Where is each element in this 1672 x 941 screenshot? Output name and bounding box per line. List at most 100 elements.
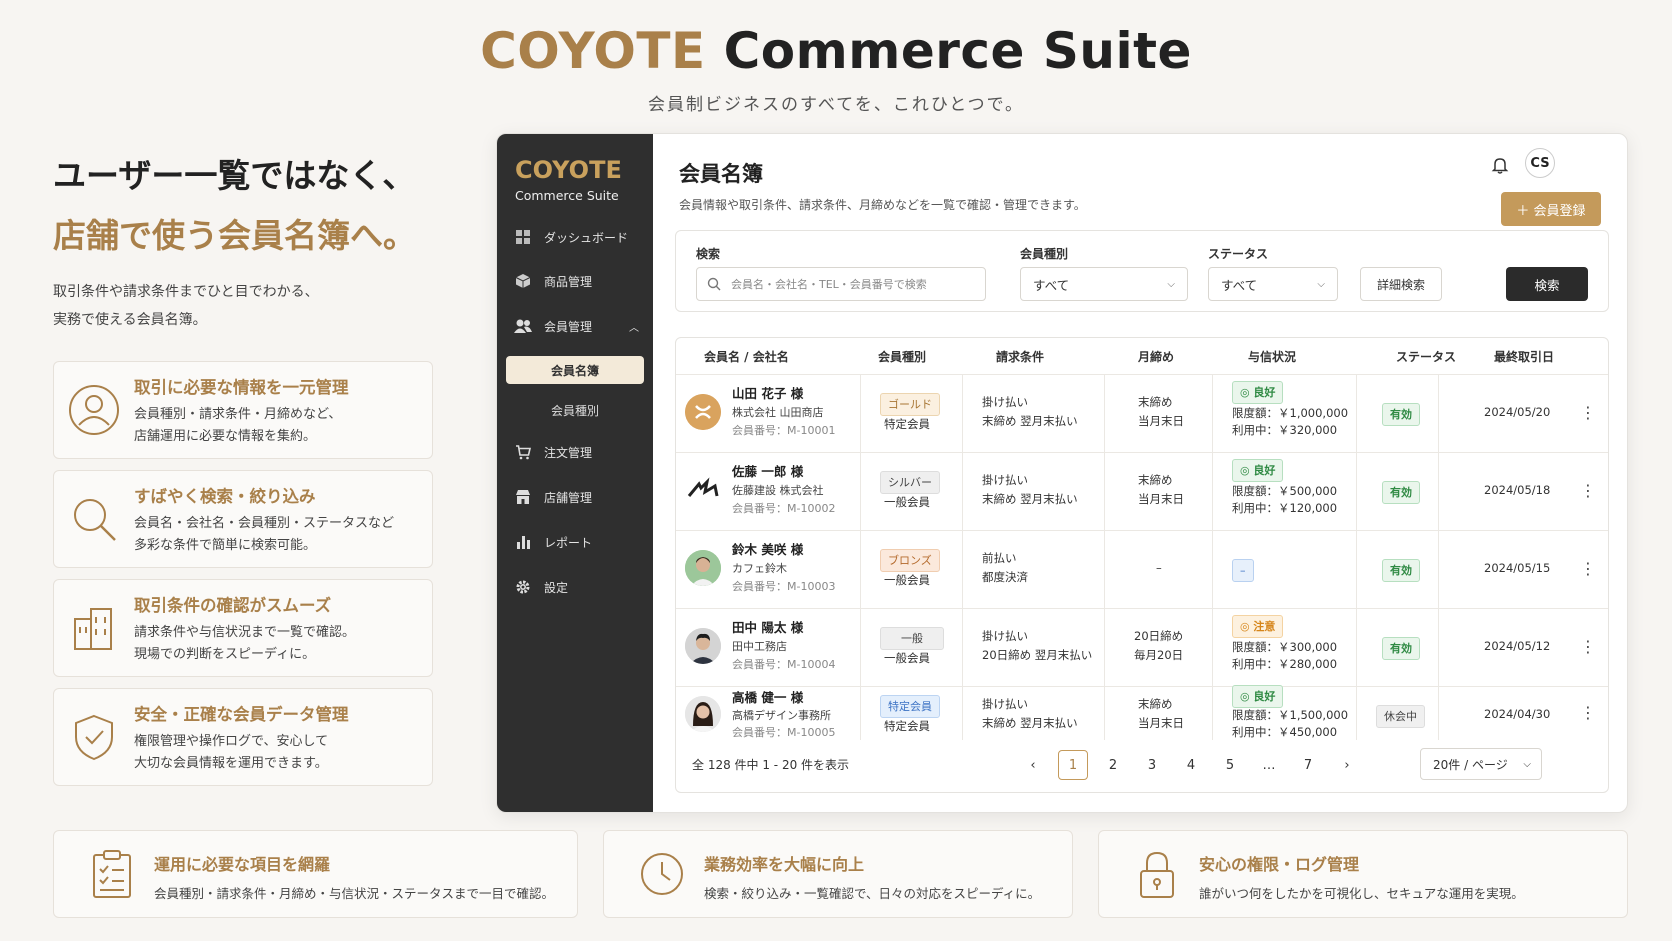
table-row[interactable]: 高橋 健一 様 高橋デザイン事務所 会員番号：M-10005 特定会員 特定会員… bbox=[676, 685, 1608, 740]
sidebar-item-settings[interactable]: 設定 bbox=[497, 572, 653, 602]
bottom-card-desc: 誰がいつ何をしたかを可視化し、セキュアな運用を実現。 bbox=[1199, 886, 1524, 901]
page-number[interactable]: 7 bbox=[1293, 750, 1323, 780]
page-number[interactable]: 1 bbox=[1058, 750, 1088, 780]
member-name[interactable]: 佐藤 一郎 様 bbox=[732, 461, 803, 480]
subnav-member-types[interactable]: 会員種別 bbox=[506, 396, 644, 424]
member-type-badge: ゴールド bbox=[880, 393, 940, 416]
gear-icon bbox=[514, 578, 532, 596]
sidebar-logo-sub: Commerce Suite bbox=[515, 188, 619, 203]
sidebar-item-products[interactable]: 商品管理 bbox=[497, 266, 653, 296]
search-input[interactable]: 会員名・会社名・TEL・会員番号で検索 bbox=[696, 267, 986, 301]
member-name[interactable]: 高橋 健一 様 bbox=[732, 687, 803, 706]
page-number[interactable]: 5 bbox=[1215, 750, 1245, 780]
sidebar-item-label: 店舗管理 bbox=[544, 490, 593, 505]
search-button[interactable]: 検索 bbox=[1506, 267, 1588, 301]
credit-badge: ◎ 良好 bbox=[1232, 685, 1284, 708]
status-select[interactable]: すべて ⌵ bbox=[1208, 267, 1338, 301]
closing-day: 当月末日 bbox=[1138, 716, 1184, 730]
grid-icon bbox=[514, 228, 532, 246]
advanced-search-button[interactable]: 詳細検索 bbox=[1360, 267, 1442, 301]
column-header[interactable]: 最終取引日 bbox=[1494, 338, 1554, 374]
column-header[interactable]: 月締め bbox=[1138, 338, 1174, 374]
sidebar-item-reports[interactable]: レポート bbox=[497, 527, 653, 557]
sidebar-item-orders[interactable]: 注文管理 bbox=[497, 437, 653, 467]
page-number[interactable]: 3 bbox=[1137, 750, 1167, 780]
page-number[interactable]: 4 bbox=[1176, 750, 1206, 780]
next-page-icon[interactable]: › bbox=[1332, 750, 1362, 780]
billing-terms: 末締め 翌月末払い bbox=[982, 492, 1078, 506]
bottom-card: 安心の権限・ログ管理 誰がいつ何をしたかを可視化し、セキュアな運用を実現。 bbox=[1098, 830, 1628, 918]
member-type-sub: 一般会員 bbox=[884, 573, 930, 587]
page-number[interactable]: 2 bbox=[1098, 750, 1128, 780]
credit-badge: ◎ 良好 bbox=[1232, 459, 1284, 482]
bottom-card-title: 安心の権限・ログ管理 bbox=[1199, 855, 1360, 874]
column-header[interactable]: ステータス bbox=[1396, 338, 1456, 374]
member-name[interactable]: 鈴木 美咲 様 bbox=[732, 539, 803, 558]
hero-subtitle: 会員制ビジネスのすべてを、これひとつで。 bbox=[648, 95, 1024, 115]
feature-desc-line: 現場での判断をスピーディに。 bbox=[134, 647, 316, 662]
more-icon[interactable]: ⋮ bbox=[1580, 559, 1596, 578]
sidebar-item-stores[interactable]: 店舗管理 bbox=[497, 482, 653, 512]
add-member-button[interactable]: ＋ 会員登録 bbox=[1501, 192, 1601, 226]
bottom-card: 業務効率を大幅に向上 検索・絞り込み・一覧確認で、日々の対応をスピーディに。 bbox=[603, 830, 1073, 918]
headline-1: ユーザー一覧ではなく、 bbox=[53, 156, 416, 195]
table-row[interactable]: 田中 陽太 様 田中工務店 会員番号：M-10004 一般 一般会員 掛け払い … bbox=[676, 608, 1608, 686]
sidebar-item-label: 注文管理 bbox=[544, 445, 593, 460]
filter-panel: 検索 会員名・会社名・TEL・会員番号で検索 会員種別 すべて ⌵ ステータス す… bbox=[675, 230, 1609, 312]
subnav-member-list[interactable]: 会員名簿 bbox=[506, 356, 644, 384]
closing-rule: 末締め bbox=[1138, 473, 1173, 487]
member-company: 高橋デザイン事務所 bbox=[732, 709, 831, 722]
member-type-sub: 特定会員 bbox=[884, 417, 930, 431]
feature-title: 安全・正確な会員データ管理 bbox=[134, 705, 349, 724]
credit-used: 利用中：￥320,000 bbox=[1232, 423, 1338, 437]
column-header[interactable]: 会員種別 bbox=[878, 338, 926, 374]
sidebar-item-members[interactable]: 会員管理 ︿ bbox=[497, 311, 653, 341]
avatar[interactable]: CS bbox=[1525, 148, 1555, 178]
member-type-badge: 一般 bbox=[880, 627, 944, 650]
headline-2: 店舗で使う会員名簿へ。 bbox=[53, 216, 416, 255]
column-header[interactable]: 与信状況 bbox=[1248, 338, 1296, 374]
billing-terms: 20日締め 翌月末払い bbox=[982, 648, 1093, 662]
column-header[interactable]: 請求条件 bbox=[996, 338, 1044, 374]
sidebar-item-dashboard[interactable]: ダッシュボード bbox=[497, 222, 653, 252]
feature-desc: 会員種別・請求条件・月締めなど、 店舗運用に必要な情報を集約。 bbox=[134, 404, 424, 448]
store-icon bbox=[514, 488, 532, 506]
member-company: カフェ鈴木 bbox=[732, 562, 787, 575]
member-name[interactable]: 田中 陽太 様 bbox=[732, 617, 803, 636]
feature-title: 取引条件の確認がスムーズ bbox=[134, 596, 332, 615]
table-row[interactable]: 佐藤 一郎 様 佐藤建設 株式会社 会員番号：M-10002 シルバー 一般会員… bbox=[676, 452, 1608, 530]
member-type-sub: 一般会員 bbox=[884, 651, 930, 665]
table-row[interactable]: 鈴木 美咲 様 カフェ鈴木 会員番号：M-10003 ブロンズ 一般会員 前払い… bbox=[676, 530, 1608, 608]
status-badge: 有効 bbox=[1382, 403, 1420, 426]
bar-chart-icon bbox=[514, 533, 532, 551]
last-transaction-date: 2024/05/15 bbox=[1484, 561, 1551, 575]
member-table: 会員名 / 会社名 会員種別 請求条件 月締め 与信状況 ステータス 最終取引日… bbox=[675, 337, 1609, 793]
member-name[interactable]: 山田 花子 様 bbox=[732, 383, 803, 402]
page-description: 会員情報や取引条件、請求条件、月締めなどを一覧で確認・管理できます。 bbox=[679, 198, 1086, 212]
avatar-logo bbox=[685, 394, 721, 430]
per-page-value: 20件 / ページ bbox=[1433, 757, 1508, 772]
table-row[interactable]: 山田 花子 様 株式会社 山田商店 会員番号：M-10001 ゴールド 特定会員… bbox=[676, 374, 1608, 452]
bell-icon[interactable] bbox=[1489, 154, 1513, 178]
credit-used: 利用中：￥280,000 bbox=[1232, 657, 1338, 671]
member-id: 会員番号：M-10004 bbox=[732, 658, 836, 671]
member-type-select[interactable]: すべて ⌵ bbox=[1020, 267, 1188, 301]
column-header[interactable]: 会員名 / 会社名 bbox=[704, 338, 789, 374]
status-badge: 有効 bbox=[1382, 637, 1420, 660]
billing-terms: 都度決済 bbox=[982, 570, 1028, 584]
avatar-photo bbox=[685, 550, 721, 586]
feature-desc-line: 権限管理や操作ログで、安心して bbox=[134, 734, 329, 749]
more-icon[interactable]: ⋮ bbox=[1580, 637, 1596, 656]
more-icon[interactable]: ⋮ bbox=[1580, 703, 1596, 722]
bottom-card-title: 運用に必要な項目を網羅 bbox=[154, 855, 331, 874]
status-label: ステータス bbox=[1208, 247, 1269, 261]
prev-page-icon[interactable]: ‹ bbox=[1018, 750, 1048, 780]
status-badge: 有効 bbox=[1382, 559, 1420, 582]
per-page-select[interactable]: 20件 / ページ ⌵ bbox=[1420, 748, 1542, 780]
status-badge: 有効 bbox=[1382, 481, 1420, 504]
hero-brand: COYOTE bbox=[480, 22, 706, 80]
more-icon[interactable]: ⋮ bbox=[1580, 481, 1596, 500]
page-title: 会員名簿 bbox=[679, 162, 763, 186]
bottom-card-desc: 会員種別・請求条件・月締め・与信状況・ステータスまで一目で確認。 bbox=[154, 886, 555, 901]
more-icon[interactable]: ⋮ bbox=[1580, 403, 1596, 422]
